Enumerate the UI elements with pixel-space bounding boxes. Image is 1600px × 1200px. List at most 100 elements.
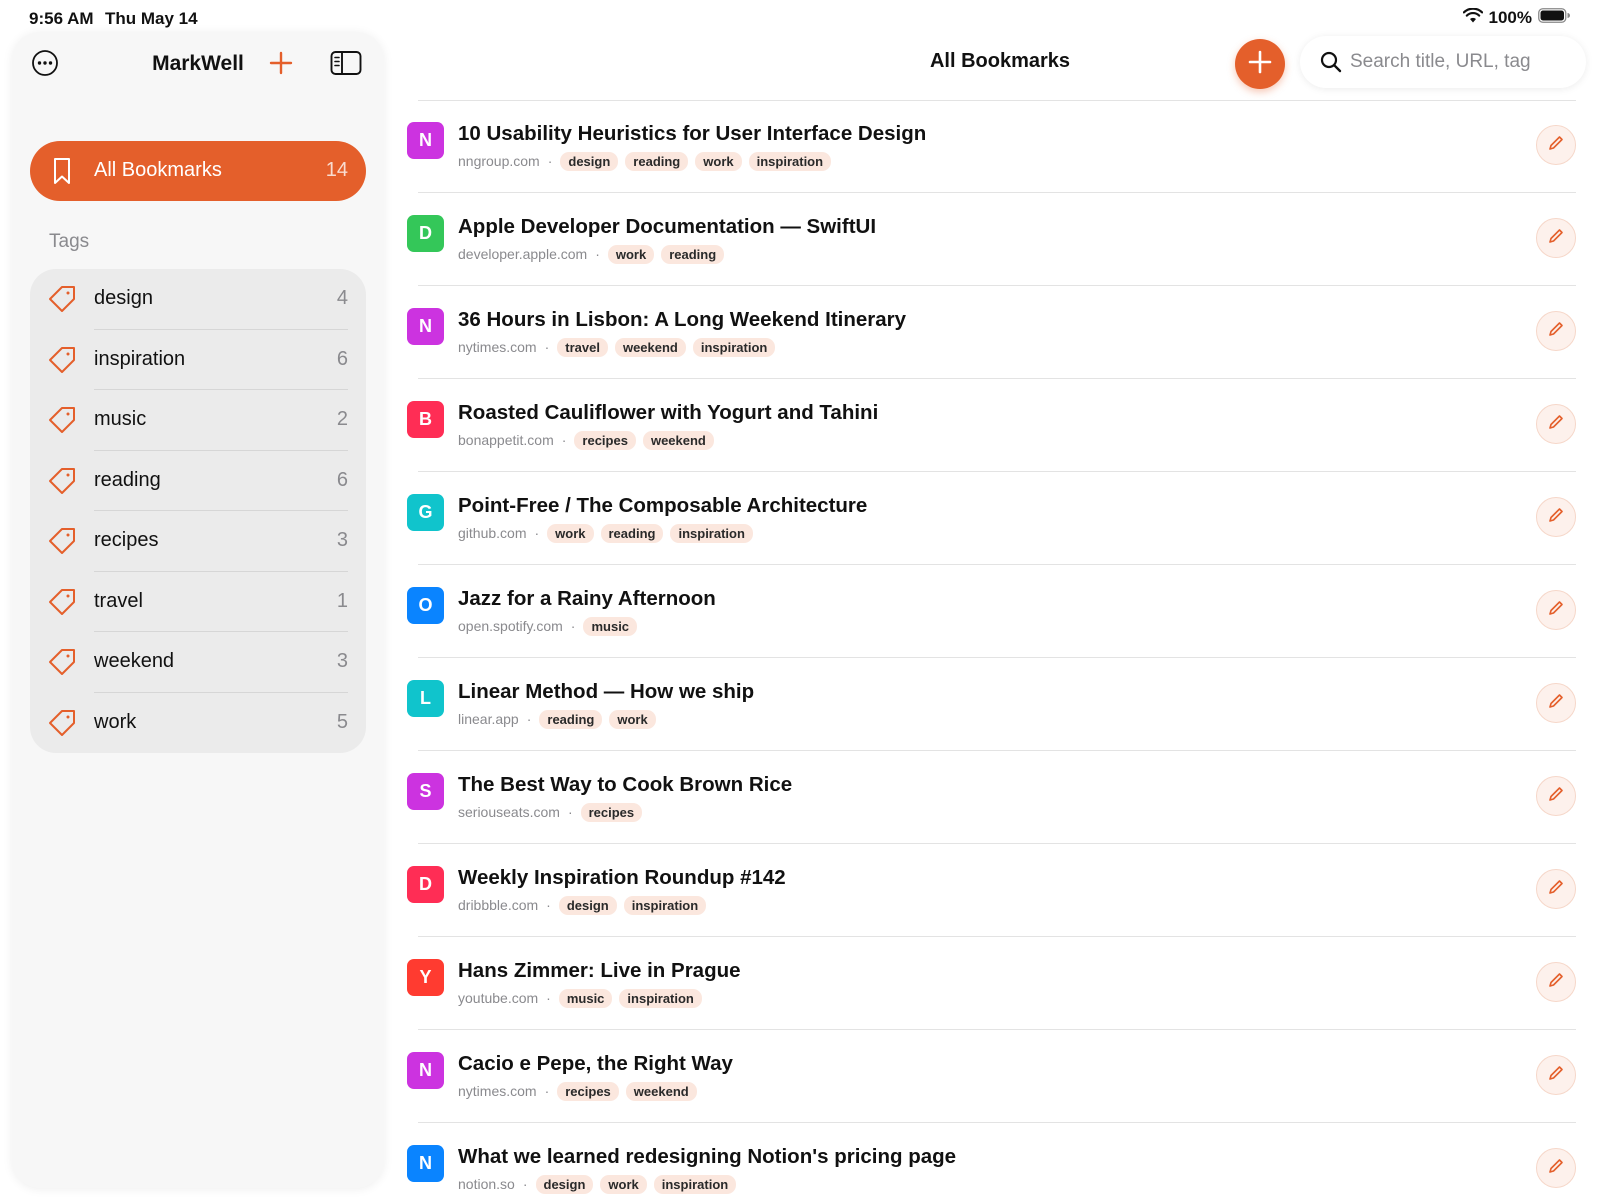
bookmark-row[interactable]: D Apple Developer Documentation — SwiftUI… [400,193,1576,286]
more-options-icon[interactable] [31,49,59,77]
bookmark-domain: nytimes.com [458,1083,537,1099]
tag-count: 2 [336,408,348,430]
sidebar-item-tag-recipes[interactable]: recipes 3 [30,511,366,572]
tag-chip: design [558,895,617,915]
separator-dot: · [547,153,553,169]
tag-chip: music [558,988,613,1008]
pencil-icon [1547,785,1565,808]
edit-bookmark-button[interactable] [1536,497,1576,537]
bookmark-row[interactable]: L Linear Method — How we ship linear.app · r… [400,658,1576,751]
edit-bookmark-button[interactable] [1536,1055,1576,1095]
bookmark-row[interactable]: N Cacio e Pepe, the Right Way nytimes.com ·… [400,1030,1576,1123]
tag-icon [47,647,77,677]
tag-chip: work [600,1174,647,1194]
edit-bookmark-button[interactable] [1536,683,1576,723]
bookmark-title: Apple Developer Documentation — SwiftUI [458,215,877,238]
favicon-badge: G [407,494,444,531]
edit-bookmark-button[interactable] [1536,590,1576,630]
sidebar-item-tag-reading[interactable]: reading 6 [30,451,366,511]
bookmark-row[interactable]: O Jazz for a Rainy Afternoon open.spotify.… [400,565,1576,658]
tag-chip: recipes [574,430,636,450]
sidebar-toggle-icon[interactable] [330,50,362,76]
edit-bookmark-button[interactable] [1536,311,1576,351]
search-input[interactable] [1350,48,1576,76]
sidebar: MarkWell All Bookmarks 14 Tags design 4 … [12,32,384,1188]
tag-chip: work [607,244,655,264]
add-icon[interactable] [267,49,295,77]
pencil-icon [1547,1064,1565,1087]
separator-dot: · [534,525,540,541]
favicon-badge: Y [407,959,444,996]
sidebar-item-tag-design[interactable]: design 4 [30,269,366,330]
battery-icon [1538,8,1570,28]
bookmark-meta: dribbble.com · design inspiration [458,895,713,915]
tag-chip: inspiration [619,988,702,1008]
status-time: 9:56 AM [29,9,94,28]
edit-bookmark-button[interactable] [1536,962,1576,1002]
tag-count: 3 [336,650,348,672]
separator-dot: · [544,339,550,355]
favicon-badge: B [407,401,444,438]
tag-label: reading [94,468,161,491]
bookmark-row[interactable]: B Roasted Cauliflower with Yogurt and Tah… [400,379,1576,472]
bookmark-domain: nngroup.com [458,153,540,169]
edit-bookmark-button[interactable] [1536,125,1576,165]
tag-label: music [94,408,147,430]
edit-bookmark-button[interactable] [1536,1148,1576,1188]
separator-dot: · [526,711,532,727]
add-bookmark-button[interactable] [1235,39,1285,89]
bookmark-meta: linear.app · reading work [458,709,663,729]
bookmark-row[interactable]: N 10 Usability Heuristics for User Interf… [400,100,1576,193]
bookmark-title: Hans Zimmer: Live in Prague [458,959,741,982]
tag-icon [47,526,77,556]
bookmark-row[interactable]: Y Hans Zimmer: Live in Prague youtube.com ·… [400,937,1576,1030]
sidebar-item-tag-work[interactable]: work 5 [30,693,366,754]
separator-dot: · [570,618,576,634]
sidebar-item-tag-weekend[interactable]: weekend 3 [30,632,366,693]
tag-chip: music [583,616,638,636]
favicon-badge: N [407,122,444,159]
pencil-icon [1547,692,1565,715]
tag-count: 5 [336,710,348,733]
bookmark-domain: linear.app [458,711,519,727]
tag-chip: recipes [557,1081,619,1101]
bookmark-row[interactable]: N What we learned redesigning Notion's pr… [400,1123,1576,1200]
plus-icon [1248,50,1272,79]
favicon-badge: N [407,308,444,345]
all-bookmarks-label: All Bookmarks [94,159,222,181]
bookmark-row[interactable]: S The Best Way to Cook Brown Rice seriouse… [400,751,1576,844]
tag-chip: travel [557,337,608,357]
bookmark-row[interactable]: D Weekly Inspiration Roundup #142 dribbble… [400,844,1576,937]
bookmark-list: N 10 Usability Heuristics for User Interf… [400,100,1576,1200]
bookmark-domain: notion.so [458,1176,515,1192]
bookmark-title: Cacio e Pepe, the Right Way [458,1052,733,1075]
bookmark-title: Weekly Inspiration Roundup #142 [458,866,786,889]
sidebar-item-tag-music[interactable]: music 2 [30,390,366,451]
tag-label: work [94,710,137,733]
favicon-badge: N [407,1052,444,1089]
pencil-icon [1547,227,1565,250]
edit-bookmark-button[interactable] [1536,776,1576,816]
favicon-badge: N [407,1145,444,1182]
bookmark-row[interactable]: N 36 Hours in Lisbon: A Long Weekend Itin… [400,286,1576,379]
tag-chip: work [609,709,656,729]
tag-label: travel [94,589,143,612]
pencil-icon [1547,599,1565,622]
edit-bookmark-button[interactable] [1536,869,1576,909]
sidebar-item-all-bookmarks[interactable]: All Bookmarks 14 [30,141,366,201]
search-field[interactable] [1300,36,1586,88]
tag-chip: weekend [625,1081,697,1101]
edit-bookmark-button[interactable] [1536,218,1576,258]
bookmark-meta: developer.apple.com · work reading [458,244,731,264]
tag-chip: inspiration [653,1174,737,1194]
favicon-badge: O [407,587,444,624]
pencil-icon [1547,320,1565,343]
edit-bookmark-button[interactable] [1536,404,1576,444]
bookmark-title: Jazz for a Rainy Afternoon [458,587,716,610]
sidebar-item-tag-inspiration[interactable]: inspiration 6 [30,330,366,390]
tag-label: recipes [94,529,159,551]
bookmark-domain: seriouseats.com [458,804,560,820]
sidebar-item-tag-travel[interactable]: travel 1 [30,572,366,632]
bookmark-row[interactable]: G Point-Free / The Composable Architectur… [400,472,1576,565]
tag-chip: reading [539,709,603,729]
